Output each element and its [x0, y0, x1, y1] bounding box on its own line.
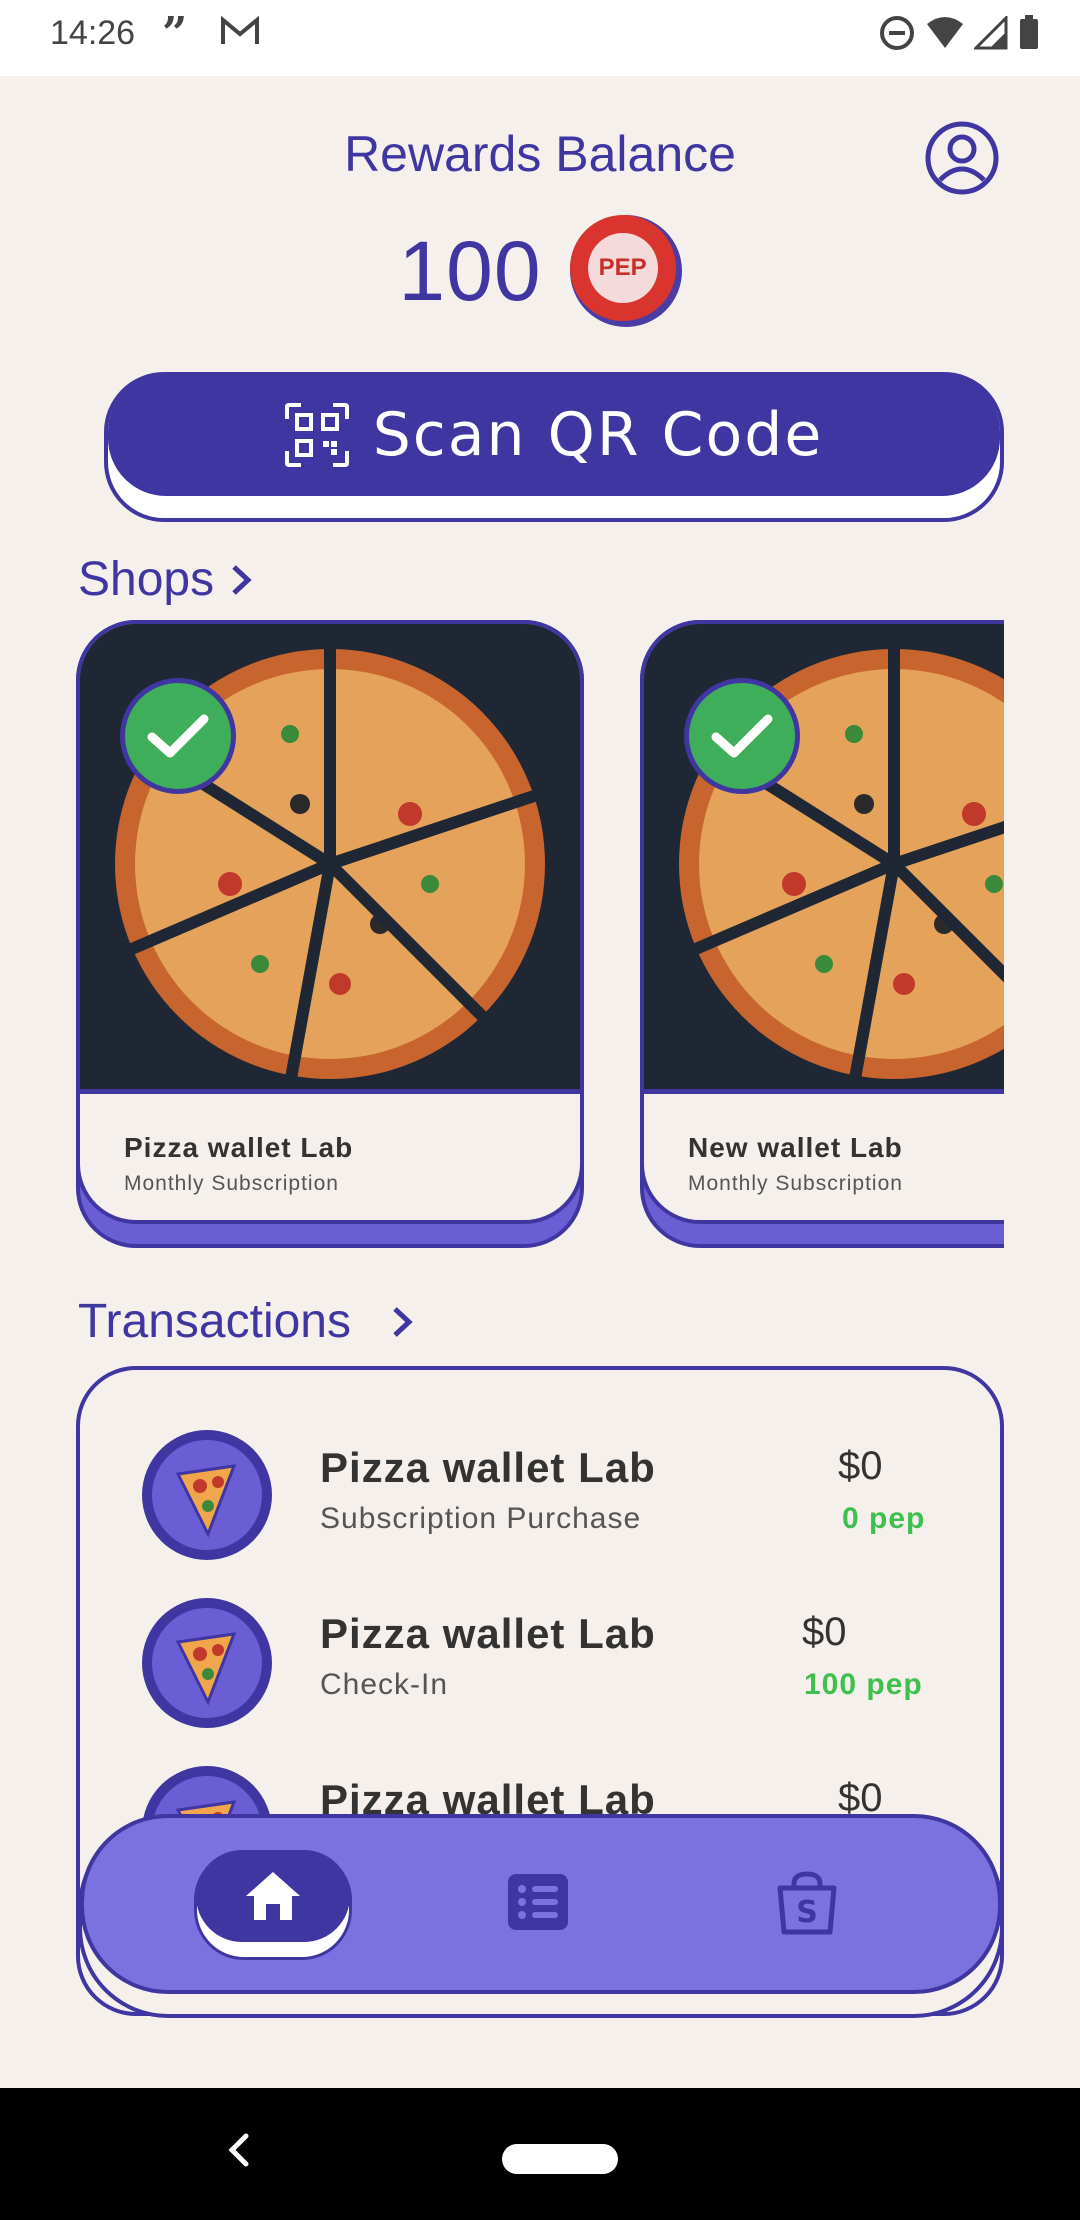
nav-list-button[interactable] [506, 1872, 570, 1932]
shops-carousel[interactable]: Pizza wallet Lab Monthly Subscription Ne… [76, 620, 1004, 1250]
pizza-photo [644, 624, 1004, 1094]
shop-name: New wallet Lab [688, 1132, 903, 1163]
shop-card[interactable]: New wallet Lab Monthly Subscription [640, 620, 1004, 1248]
scan-button-label: Scan QR Code [372, 400, 824, 470]
profile-button[interactable] [924, 120, 1000, 196]
home-icon [246, 1872, 300, 1920]
pizza-champ-avatar [142, 1598, 272, 1728]
shop-card[interactable]: Pizza wallet Lab Monthly Subscription [76, 620, 584, 1248]
transaction-row[interactable]: Pizza wallet Lab Check-In $0 100 pep [80, 1598, 1000, 1748]
battery-icon [1018, 15, 1040, 56]
transaction-type: Subscription Purchase [320, 1502, 642, 1535]
status-bar: 14:26 ” [0, 0, 1080, 76]
shop-card-face: Pizza wallet Lab Monthly Subscription [76, 620, 584, 1224]
rewards-balance-title: Rewards Balance [344, 126, 736, 182]
check-icon [684, 678, 800, 794]
transaction-type: Check-In [320, 1668, 449, 1701]
pizza-champ-avatar [142, 1430, 272, 1560]
check-icon [120, 678, 236, 794]
list-icon [508, 1874, 568, 1930]
status-icons [878, 14, 1040, 57]
account-circle-icon [925, 121, 999, 195]
nav-shop-button[interactable]: S [774, 1870, 840, 1936]
system-home-pill[interactable] [502, 2144, 618, 2174]
pep-coin-label: PEP [587, 233, 658, 303]
transaction-shop-name: Pizza wallet Lab [320, 1444, 656, 1491]
transaction-amount: $0 [802, 1610, 847, 1654]
shop-name: Pizza wallet Lab [124, 1132, 354, 1163]
pep-coin-icon: PEP [569, 215, 682, 327]
back-icon[interactable] [226, 2132, 252, 2173]
wifi-icon [926, 16, 964, 55]
chevron-right-icon [393, 1306, 413, 1337]
chevron-right-icon [232, 564, 252, 595]
balance-value: 100 [398, 223, 542, 318]
qr-code-icon [284, 403, 349, 467]
quote-notification-icon: ” [162, 8, 188, 59]
svg-text:S: S [796, 1895, 818, 1930]
shop-subtitle: Monthly Subscription [124, 1172, 339, 1195]
status-time: 14:26 [50, 14, 136, 52]
gmail-icon [220, 14, 260, 53]
shops-heading: Shops [78, 553, 215, 606]
transaction-row[interactable]: Pizza wallet Lab Subscription Purchase $… [80, 1430, 1000, 1580]
transaction-pep: 100 pep [804, 1668, 923, 1701]
transaction-amount: $0 [838, 1444, 883, 1488]
shop-card-face: New wallet Lab Monthly Subscription [640, 620, 1004, 1224]
transactions-heading-link[interactable]: Transactions [78, 1294, 413, 1349]
shop-subtitle: Monthly Subscription [688, 1172, 903, 1195]
nav-home-button[interactable] [196, 1850, 350, 1942]
balance-row: 100 PEP [0, 215, 1080, 327]
scan-qr-button[interactable]: Scan QR Code [108, 374, 1000, 496]
transaction-shop-name: Pizza wallet Lab [320, 1610, 656, 1657]
signal-icon [972, 14, 1008, 55]
shops-heading-link[interactable]: Shops [78, 552, 252, 607]
shop-bag-icon: S [777, 1871, 837, 1935]
transaction-pep: 0 pep [842, 1502, 926, 1535]
dnd-icon [878, 14, 916, 57]
transactions-heading: Transactions [78, 1295, 351, 1348]
system-nav-bar [0, 2088, 1080, 2220]
